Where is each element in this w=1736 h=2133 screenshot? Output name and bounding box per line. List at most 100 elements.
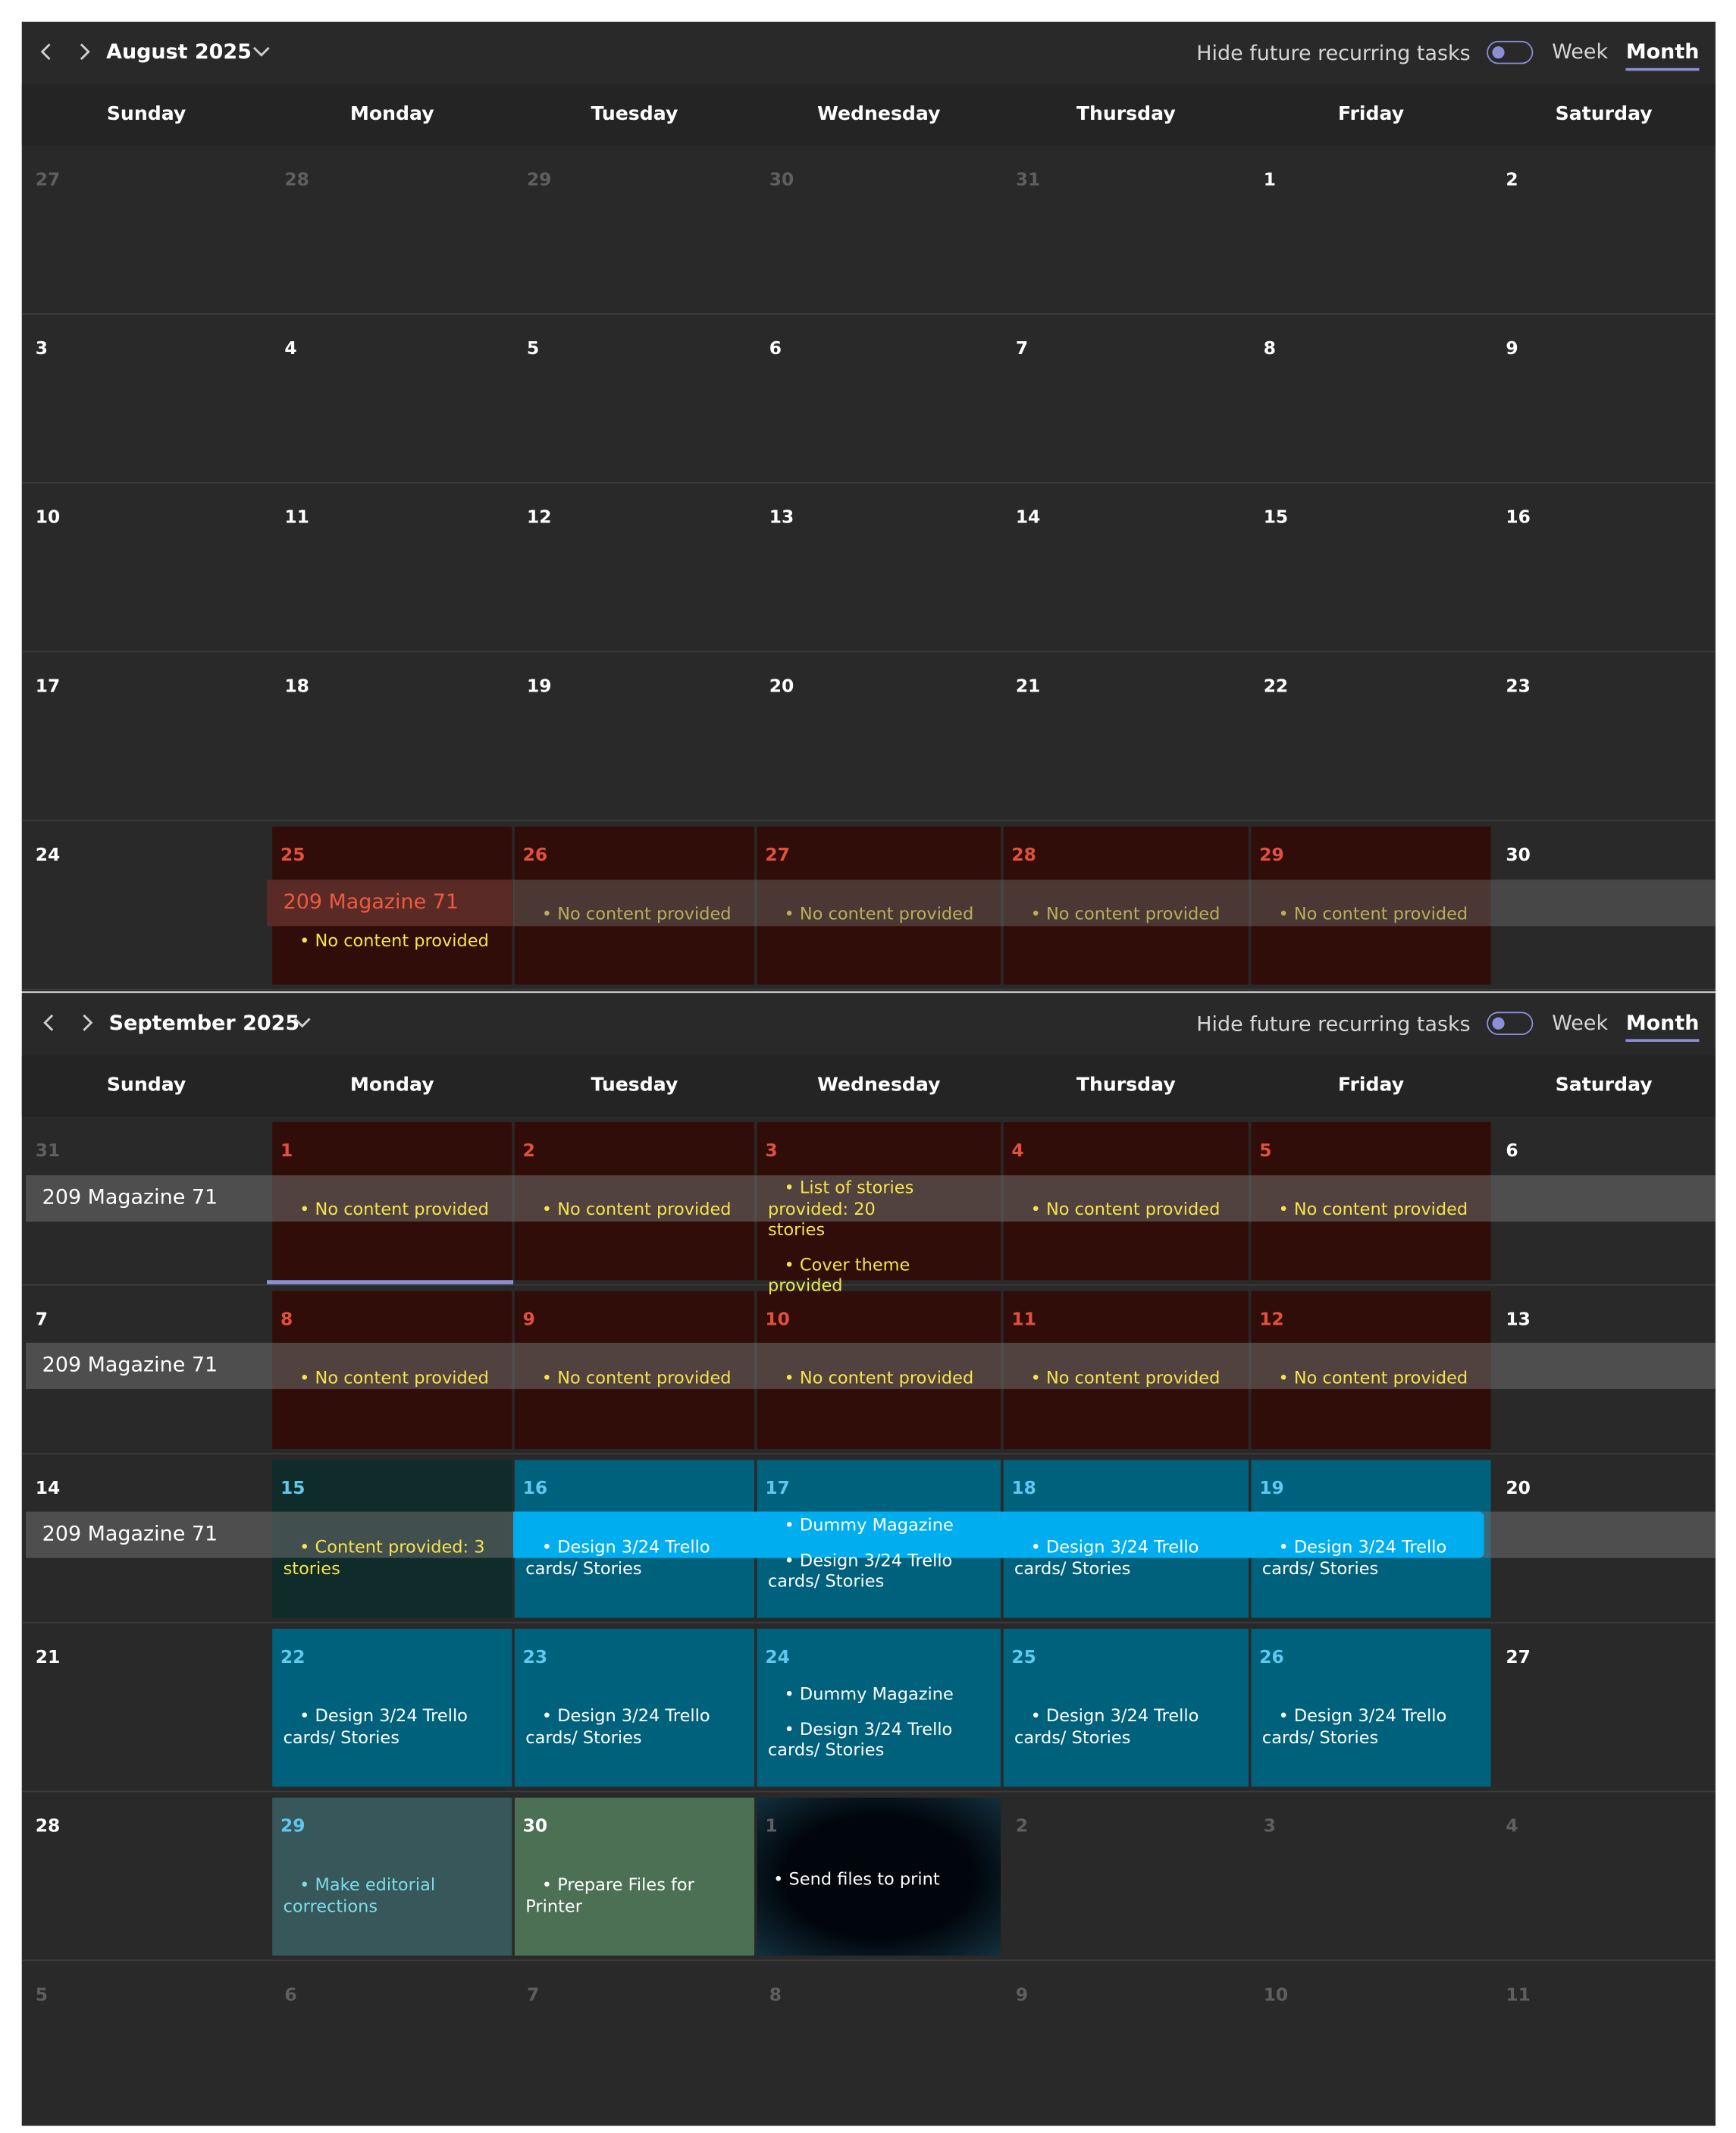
task-item[interactable]: • Make editorial corrections — [284, 1874, 436, 1916]
day-cell[interactable]: 6 — [271, 1961, 513, 2125]
day-cell[interactable]: 15 • Content provided: 3 stories — [272, 1460, 512, 1618]
day-cell[interactable]: 15 — [1250, 484, 1493, 653]
day-cell[interactable]: 31 — [1002, 146, 1250, 315]
day-cell[interactable]: 9 • No content provided — [514, 1291, 754, 1449]
day-cell[interactable]: 16 — [1492, 484, 1716, 653]
day-cell[interactable]: 5 — [513, 315, 756, 484]
day-cell[interactable]: 8 — [756, 1961, 1002, 2125]
hide-recurring-toggle[interactable] — [1487, 40, 1534, 64]
task-item[interactable]: • Dummy Magazine — [784, 1683, 953, 1705]
task-item[interactable]: • Cover theme provided — [768, 1253, 910, 1296]
task-item[interactable]: • Design 3/24 Trello cards/ Stories — [1262, 1536, 1446, 1579]
chevron-down-icon[interactable] — [291, 1012, 313, 1034]
task-item[interactable]: • No content provided — [299, 1198, 489, 1219]
chevron-left-icon[interactable] — [36, 41, 58, 63]
day-cell[interactable]: 17 — [22, 652, 271, 821]
day-cell[interactable]: 10 — [22, 484, 271, 653]
day-cell[interactable]: 2 • No content provided — [514, 1121, 754, 1281]
day-cell[interactable]: 2 — [1002, 1793, 1250, 1962]
day-cell[interactable]: 11 — [271, 484, 513, 653]
day-cell[interactable]: 7 — [513, 1961, 756, 2125]
task-item[interactable]: • Design 3/24 Trello cards/ Stories — [1014, 1705, 1199, 1748]
day-cell[interactable]: 19 — [513, 652, 756, 821]
day-cell[interactable]: 11 — [1492, 1961, 1716, 2125]
chevron-left-icon[interactable] — [38, 1012, 60, 1034]
day-cell[interactable]: 1 • No content provided — [272, 1121, 512, 1281]
chevron-down-icon[interactable] — [250, 41, 272, 63]
day-cell[interactable]: 8 — [1250, 315, 1493, 484]
chevron-right-icon[interactable] — [77, 1012, 99, 1034]
day-cell[interactable]: 8 • No content provided — [272, 1291, 512, 1449]
day-cell[interactable]: 12 • No content provided — [1251, 1291, 1491, 1449]
day-cell[interactable]: 7 — [1002, 315, 1250, 484]
task-item[interactable]: • No content provided — [1278, 1198, 1468, 1219]
project-band[interactable]: 209 Magazine 71 — [267, 880, 514, 927]
day-cell[interactable]: 3 — [1250, 1793, 1493, 1962]
day-cell[interactable]: 14 — [1002, 484, 1250, 653]
day-cell[interactable]: 4 — [1492, 1793, 1716, 1962]
task-item[interactable]: • Design 3/24 Trello cards/ Stories — [525, 1705, 710, 1748]
task-item[interactable]: • List of stories provided: 20 stories — [768, 1177, 913, 1241]
day-cell[interactable]: 13 — [756, 484, 1002, 653]
month-view-button[interactable]: Month — [1625, 39, 1700, 71]
month-view-button[interactable]: Month — [1625, 1011, 1700, 1042]
day-cell[interactable]: 24 • Dummy Magazine • Design 3/24 Trello card… — [757, 1629, 1001, 1787]
week-view-button[interactable]: Week — [1552, 39, 1608, 64]
day-cell[interactable]: 26 • Design 3/24 Trello cards/ Stories — [1251, 1629, 1491, 1787]
day-cell[interactable]: 10 • No content provided — [757, 1291, 1001, 1449]
task-item[interactable]: • Dummy Magazine — [784, 1514, 953, 1535]
day-cell[interactable]: 12 — [513, 484, 756, 653]
day-cell[interactable]: 2 — [1492, 146, 1716, 315]
day-cell[interactable]: 23 — [1492, 652, 1716, 821]
day-cell[interactable]: 30 — [756, 146, 1002, 315]
day-cell[interactable]: 27 — [1492, 1623, 1716, 1793]
day-cell[interactable]: 9 — [1492, 315, 1716, 484]
task-item[interactable]: • No content provided — [299, 930, 489, 952]
day-cell[interactable]: 20 — [756, 652, 1002, 821]
day-cell[interactable]: 25 • Design 3/24 Trello cards/ Stories — [1003, 1629, 1249, 1787]
task-item[interactable]: • No content provided — [542, 1198, 732, 1219]
task-item[interactable]: • Content provided: 3 stories — [284, 1536, 485, 1579]
day-cell[interactable]: 28 — [271, 146, 513, 315]
day-cell[interactable]: 6 — [756, 315, 1002, 484]
task-item[interactable]: • No content provided — [1031, 1367, 1221, 1388]
day-cell[interactable]: 3 — [22, 315, 271, 484]
day-cell[interactable]: 4 — [271, 315, 513, 484]
task-item[interactable]: • Design 3/24 Trello cards/ Stories — [768, 1718, 952, 1761]
task-item[interactable]: • Design 3/24 Trello cards/ Stories — [1014, 1536, 1199, 1579]
chevron-right-icon[interactable] — [74, 41, 96, 63]
day-cell[interactable]: 5 • No content provided — [1251, 1121, 1491, 1281]
day-cell[interactable]: 22 — [1250, 652, 1493, 821]
day-cell[interactable]: 4 • No content provided — [1003, 1121, 1249, 1281]
day-cell[interactable]: 23 • Design 3/24 Trello cards/ Stories — [514, 1629, 754, 1787]
task-item[interactable]: • Prepare Files for Printer — [525, 1874, 694, 1916]
day-cell[interactable]: 1 • Send files to print — [757, 1797, 1001, 1956]
day-cell[interactable]: 1 — [1250, 146, 1493, 315]
day-cell[interactable]: 27 — [22, 146, 271, 315]
day-cell[interactable]: 10 — [1250, 1961, 1493, 2125]
task-item[interactable]: • No content provided — [299, 1367, 489, 1388]
task-item[interactable]: • Design 3/24 Trello cards/ Stories — [284, 1705, 468, 1748]
task-item[interactable]: • No content provided — [784, 1367, 973, 1388]
day-cell[interactable]: 5 — [22, 1961, 271, 2125]
day-cell[interactable]: 22 • Design 3/24 Trello cards/ Stories — [272, 1629, 512, 1787]
task-item[interactable]: • No content provided — [1031, 1198, 1221, 1219]
day-cell[interactable]: 21 — [1002, 652, 1250, 821]
day-cell[interactable]: 30 • Prepare Files for Printer — [514, 1797, 754, 1956]
task-item[interactable]: • Design 3/24 Trello cards/ Stories — [768, 1549, 952, 1592]
day-cell[interactable]: 9 — [1002, 1961, 1250, 2125]
day-cell[interactable]: 28 — [22, 1793, 271, 1962]
day-cell[interactable]: 29 • Make editorial corrections — [272, 1797, 512, 1956]
hide-recurring-toggle[interactable] — [1487, 1012, 1534, 1035]
task-item[interactable]: • Design 3/24 Trello cards/ Stories — [525, 1536, 710, 1579]
day-cell[interactable]: 21 — [22, 1623, 271, 1793]
month-title[interactable]: August 2025 — [106, 39, 252, 64]
day-cell[interactable]: 29 — [513, 146, 756, 315]
task-item[interactable]: • Send files to print — [773, 1868, 940, 1890]
task-item[interactable]: • No content provided — [1278, 1367, 1468, 1388]
task-item[interactable]: • Design 3/24 Trello cards/ Stories — [1262, 1705, 1446, 1748]
week-view-button[interactable]: Week — [1552, 1011, 1608, 1035]
task-item[interactable]: • No content provided — [542, 1367, 732, 1388]
day-cell[interactable]: 11 • No content provided — [1003, 1291, 1249, 1449]
day-cell[interactable]: 18 — [271, 652, 513, 821]
